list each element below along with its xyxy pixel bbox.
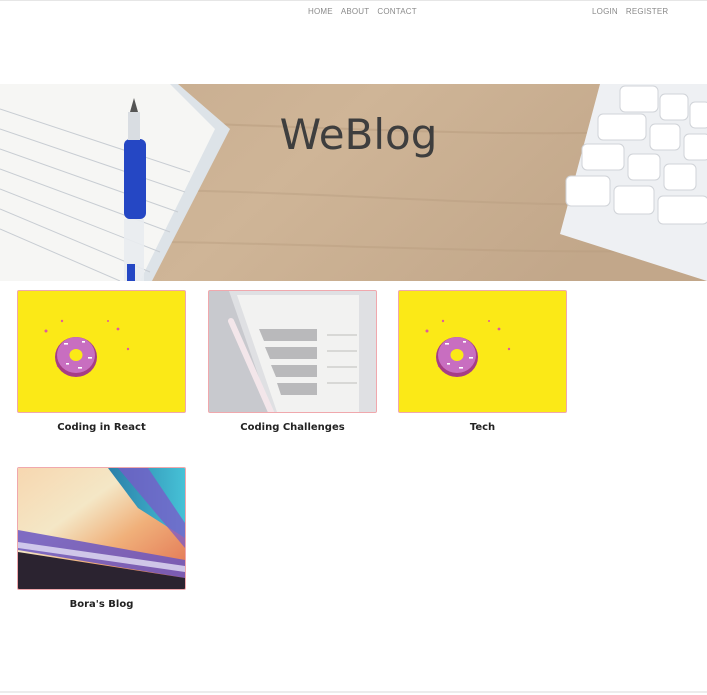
post-title[interactable]: Coding in React [17, 422, 186, 433]
nav-contact-link[interactable]: CONTACT [377, 7, 416, 16]
post-thumbnail[interactable] [17, 467, 186, 590]
post-thumbnail[interactable] [208, 290, 377, 413]
post-card[interactable]: Coding in React [17, 290, 186, 433]
post-thumbnail[interactable] [398, 290, 567, 413]
main-nav: HOME ABOUT CONTACT [308, 7, 425, 16]
abstract-image-icon [18, 468, 185, 589]
nav-register-link[interactable]: REGISTER [626, 7, 669, 16]
site-title: WeBlog [279, 110, 438, 159]
post-title[interactable]: Bora's Blog [17, 599, 186, 610]
post-thumbnail[interactable] [17, 290, 186, 413]
donut-icon [425, 319, 511, 377]
footer-border [0, 691, 707, 693]
hero-banner: WeBlog [0, 84, 707, 281]
nav-home-link[interactable]: HOME [308, 7, 333, 16]
auth-nav: LOGIN REGISTER [592, 7, 676, 16]
planner-icon [209, 291, 376, 412]
nav-login-link[interactable]: LOGIN [592, 7, 618, 16]
post-card[interactable]: Bora's Blog [17, 467, 186, 610]
post-title[interactable]: Tech [398, 422, 567, 433]
nav-about-link[interactable]: ABOUT [341, 7, 370, 16]
post-card[interactable]: Coding Challenges [208, 290, 377, 433]
donut-icon [44, 319, 130, 377]
post-card[interactable]: Tech [398, 290, 567, 433]
top-border [0, 0, 707, 1]
post-title[interactable]: Coding Challenges [208, 422, 377, 433]
